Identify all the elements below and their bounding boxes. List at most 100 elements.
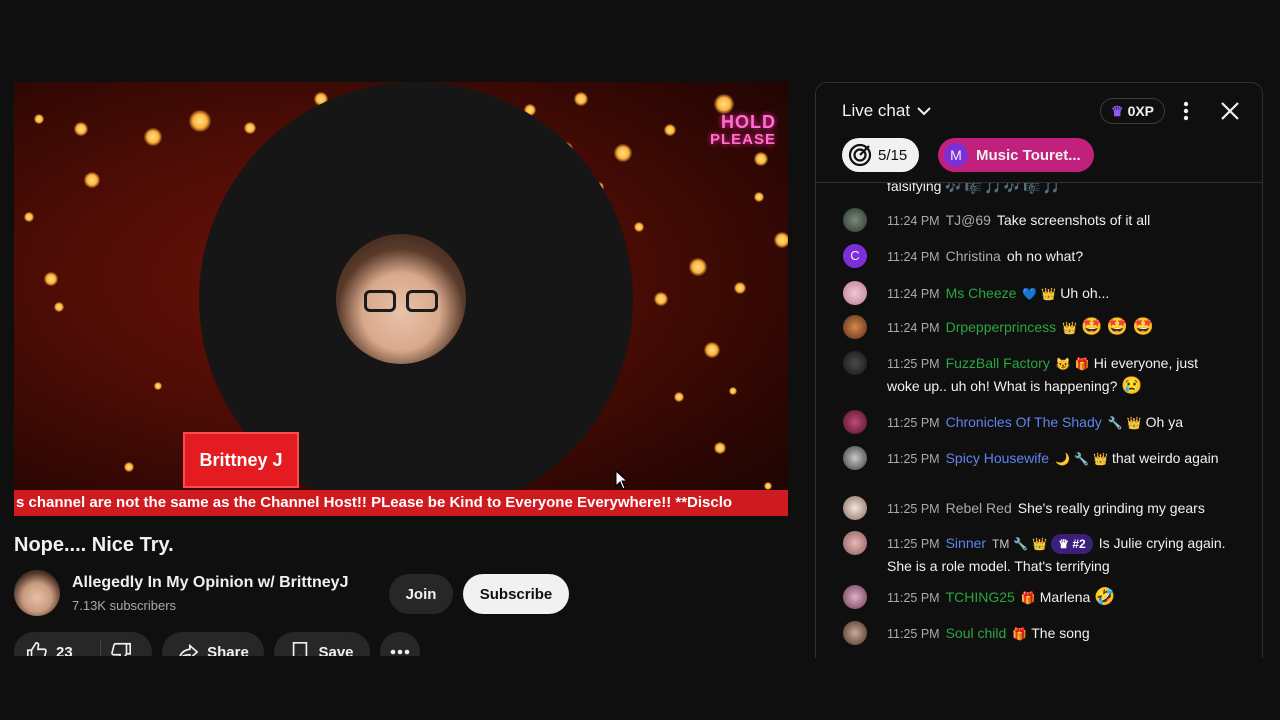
share-button[interactable]: Share bbox=[162, 632, 264, 656]
xp-value: 0XP bbox=[1127, 103, 1155, 119]
subscriber-count: 7.13K subscribers bbox=[72, 598, 177, 613]
live-chat-mode-dropdown[interactable]: Live chat bbox=[842, 101, 932, 121]
bokeh-dot bbox=[124, 462, 134, 472]
video-title: Nope.... Nice Try. bbox=[14, 534, 174, 556]
user-avatar[interactable] bbox=[843, 351, 867, 375]
close-icon[interactable] bbox=[1218, 99, 1242, 123]
user-avatar[interactable] bbox=[843, 621, 867, 645]
crown-badge-icon: 👑 bbox=[1041, 287, 1057, 301]
bokeh-dot bbox=[774, 232, 788, 248]
bokeh-dot bbox=[154, 382, 162, 390]
message-author[interactable]: FuzzBall Factory bbox=[946, 355, 1050, 371]
message-author[interactable]: Ms Cheeze bbox=[946, 285, 1017, 301]
bookmark-icon bbox=[293, 642, 308, 656]
subscribe-button[interactable]: Subscribe bbox=[463, 574, 569, 614]
message-text: Marlena bbox=[1039, 589, 1091, 605]
message-text: oh no what? bbox=[1006, 248, 1084, 264]
like-divider bbox=[100, 640, 101, 656]
goal-progress: 5/15 bbox=[878, 146, 908, 164]
moon-badge-icon: 🌙 bbox=[1055, 452, 1071, 466]
member-badge-icon: 🎁 bbox=[1074, 357, 1090, 371]
cat-badge-icon: 😼 bbox=[1055, 357, 1071, 371]
message-timestamp: 11:25 PM bbox=[887, 627, 940, 641]
more-actions-button[interactable] bbox=[380, 632, 420, 656]
bokeh-dot bbox=[714, 94, 734, 114]
save-button[interactable]: Save bbox=[274, 632, 370, 656]
channel-name[interactable]: Allegedly In My Opinion w/ BrittneyJ bbox=[72, 574, 348, 592]
chat-header: Live chat ♛ 0XP 5/15 M Music Touret... bbox=[816, 83, 1262, 183]
pinned-label: Music Touret... bbox=[976, 146, 1081, 164]
message-text: The song bbox=[1031, 625, 1090, 641]
member-badge-icon: 🎁 bbox=[1012, 627, 1028, 641]
user-avatar[interactable] bbox=[843, 496, 867, 520]
video-player[interactable]: HOLD PLEASE Brittney J s channel are not… bbox=[14, 82, 788, 516]
bokeh-dot bbox=[74, 122, 88, 136]
more-horizontal-icon bbox=[390, 649, 410, 655]
bokeh-dot bbox=[189, 110, 211, 132]
bokeh-dot bbox=[34, 114, 44, 124]
thumbs-down-icon[interactable] bbox=[110, 641, 132, 656]
bokeh-dot bbox=[754, 152, 768, 166]
message-author[interactable]: Sinner bbox=[946, 535, 986, 551]
user-avatar[interactable] bbox=[843, 208, 867, 232]
bokeh-dot bbox=[54, 302, 64, 312]
crown-badge-icon: 👑 bbox=[1126, 416, 1142, 430]
message-timestamp: 11:24 PM bbox=[887, 214, 940, 228]
target-icon bbox=[848, 143, 872, 167]
pinned-chip[interactable]: M Music Touret... bbox=[938, 138, 1094, 172]
laughing-emoji: 🤣 bbox=[1094, 587, 1116, 606]
message-author[interactable]: Rebel Red bbox=[946, 500, 1012, 516]
rank-number: #2 bbox=[1072, 537, 1086, 551]
host-photo bbox=[336, 234, 466, 364]
user-avatar[interactable] bbox=[843, 585, 867, 609]
message-timestamp: 11:24 PM bbox=[887, 250, 940, 264]
chat-goal-chip[interactable]: 5/15 bbox=[842, 138, 920, 172]
chevron-down-icon bbox=[917, 107, 931, 116]
message-author[interactable]: Drpepperprincess bbox=[946, 319, 1057, 335]
bokeh-dot bbox=[84, 172, 100, 188]
thumbs-up-icon[interactable] bbox=[26, 641, 48, 656]
hold-please-overlay: HOLD PLEASE bbox=[709, 113, 776, 148]
message-author[interactable]: TCHING25 bbox=[946, 589, 1015, 605]
crown-icon: ♛ bbox=[1111, 102, 1124, 119]
wrench-badge-icon: 🔧 bbox=[1107, 416, 1123, 430]
message-author[interactable]: Chronicles Of The Shady bbox=[946, 414, 1102, 430]
message-text: that weirdo again bbox=[1111, 450, 1219, 466]
message-timestamp: 11:24 PM bbox=[887, 321, 940, 335]
message-text: She's really grinding my gears bbox=[1017, 500, 1205, 516]
wrench-badge-icon: 🔧 bbox=[1013, 537, 1029, 551]
message-timestamp: 11:24 PM bbox=[887, 287, 940, 301]
message-text: Take screenshots of it all bbox=[996, 212, 1151, 228]
user-avatar[interactable]: C bbox=[843, 244, 867, 268]
message-author[interactable]: TJ@69 bbox=[946, 212, 991, 228]
user-avatar[interactable] bbox=[843, 531, 867, 555]
more-vertical-icon[interactable] bbox=[1176, 99, 1196, 123]
message-timestamp: 11:25 PM bbox=[887, 502, 940, 516]
message-timestamp: 11:25 PM bbox=[887, 416, 940, 430]
glasses-graphic bbox=[364, 290, 438, 314]
message-author[interactable]: Spicy Housewife bbox=[946, 450, 1050, 466]
like-dislike-group[interactable]: 23 bbox=[14, 632, 152, 656]
message-author[interactable]: Christina bbox=[946, 248, 1001, 264]
message-author[interactable]: Soul child bbox=[946, 625, 1007, 641]
join-button[interactable]: Join bbox=[389, 574, 453, 614]
bokeh-dot bbox=[244, 122, 256, 134]
crown-badge-icon: 👑 bbox=[1032, 537, 1048, 551]
like-count: 23 bbox=[56, 643, 73, 657]
user-avatar[interactable] bbox=[843, 410, 867, 434]
user-avatar[interactable] bbox=[843, 281, 867, 305]
pinned-avatar: M bbox=[944, 143, 968, 167]
share-label: Share bbox=[207, 643, 249, 657]
please-text: PLEASE bbox=[709, 131, 776, 148]
channel-avatar[interactable] bbox=[14, 570, 60, 616]
message-timestamp: 11:25 PM bbox=[887, 357, 940, 371]
message-text: Uh oh... bbox=[1060, 285, 1110, 301]
bokeh-dot bbox=[704, 342, 720, 358]
bokeh-dot bbox=[634, 222, 644, 232]
message-timestamp: 11:25 PM bbox=[887, 591, 940, 605]
user-avatar[interactable] bbox=[843, 315, 867, 339]
bokeh-dot bbox=[44, 272, 58, 286]
xp-badge[interactable]: ♛ 0XP bbox=[1100, 98, 1166, 124]
save-label: Save bbox=[318, 643, 354, 657]
user-avatar[interactable] bbox=[843, 446, 867, 470]
